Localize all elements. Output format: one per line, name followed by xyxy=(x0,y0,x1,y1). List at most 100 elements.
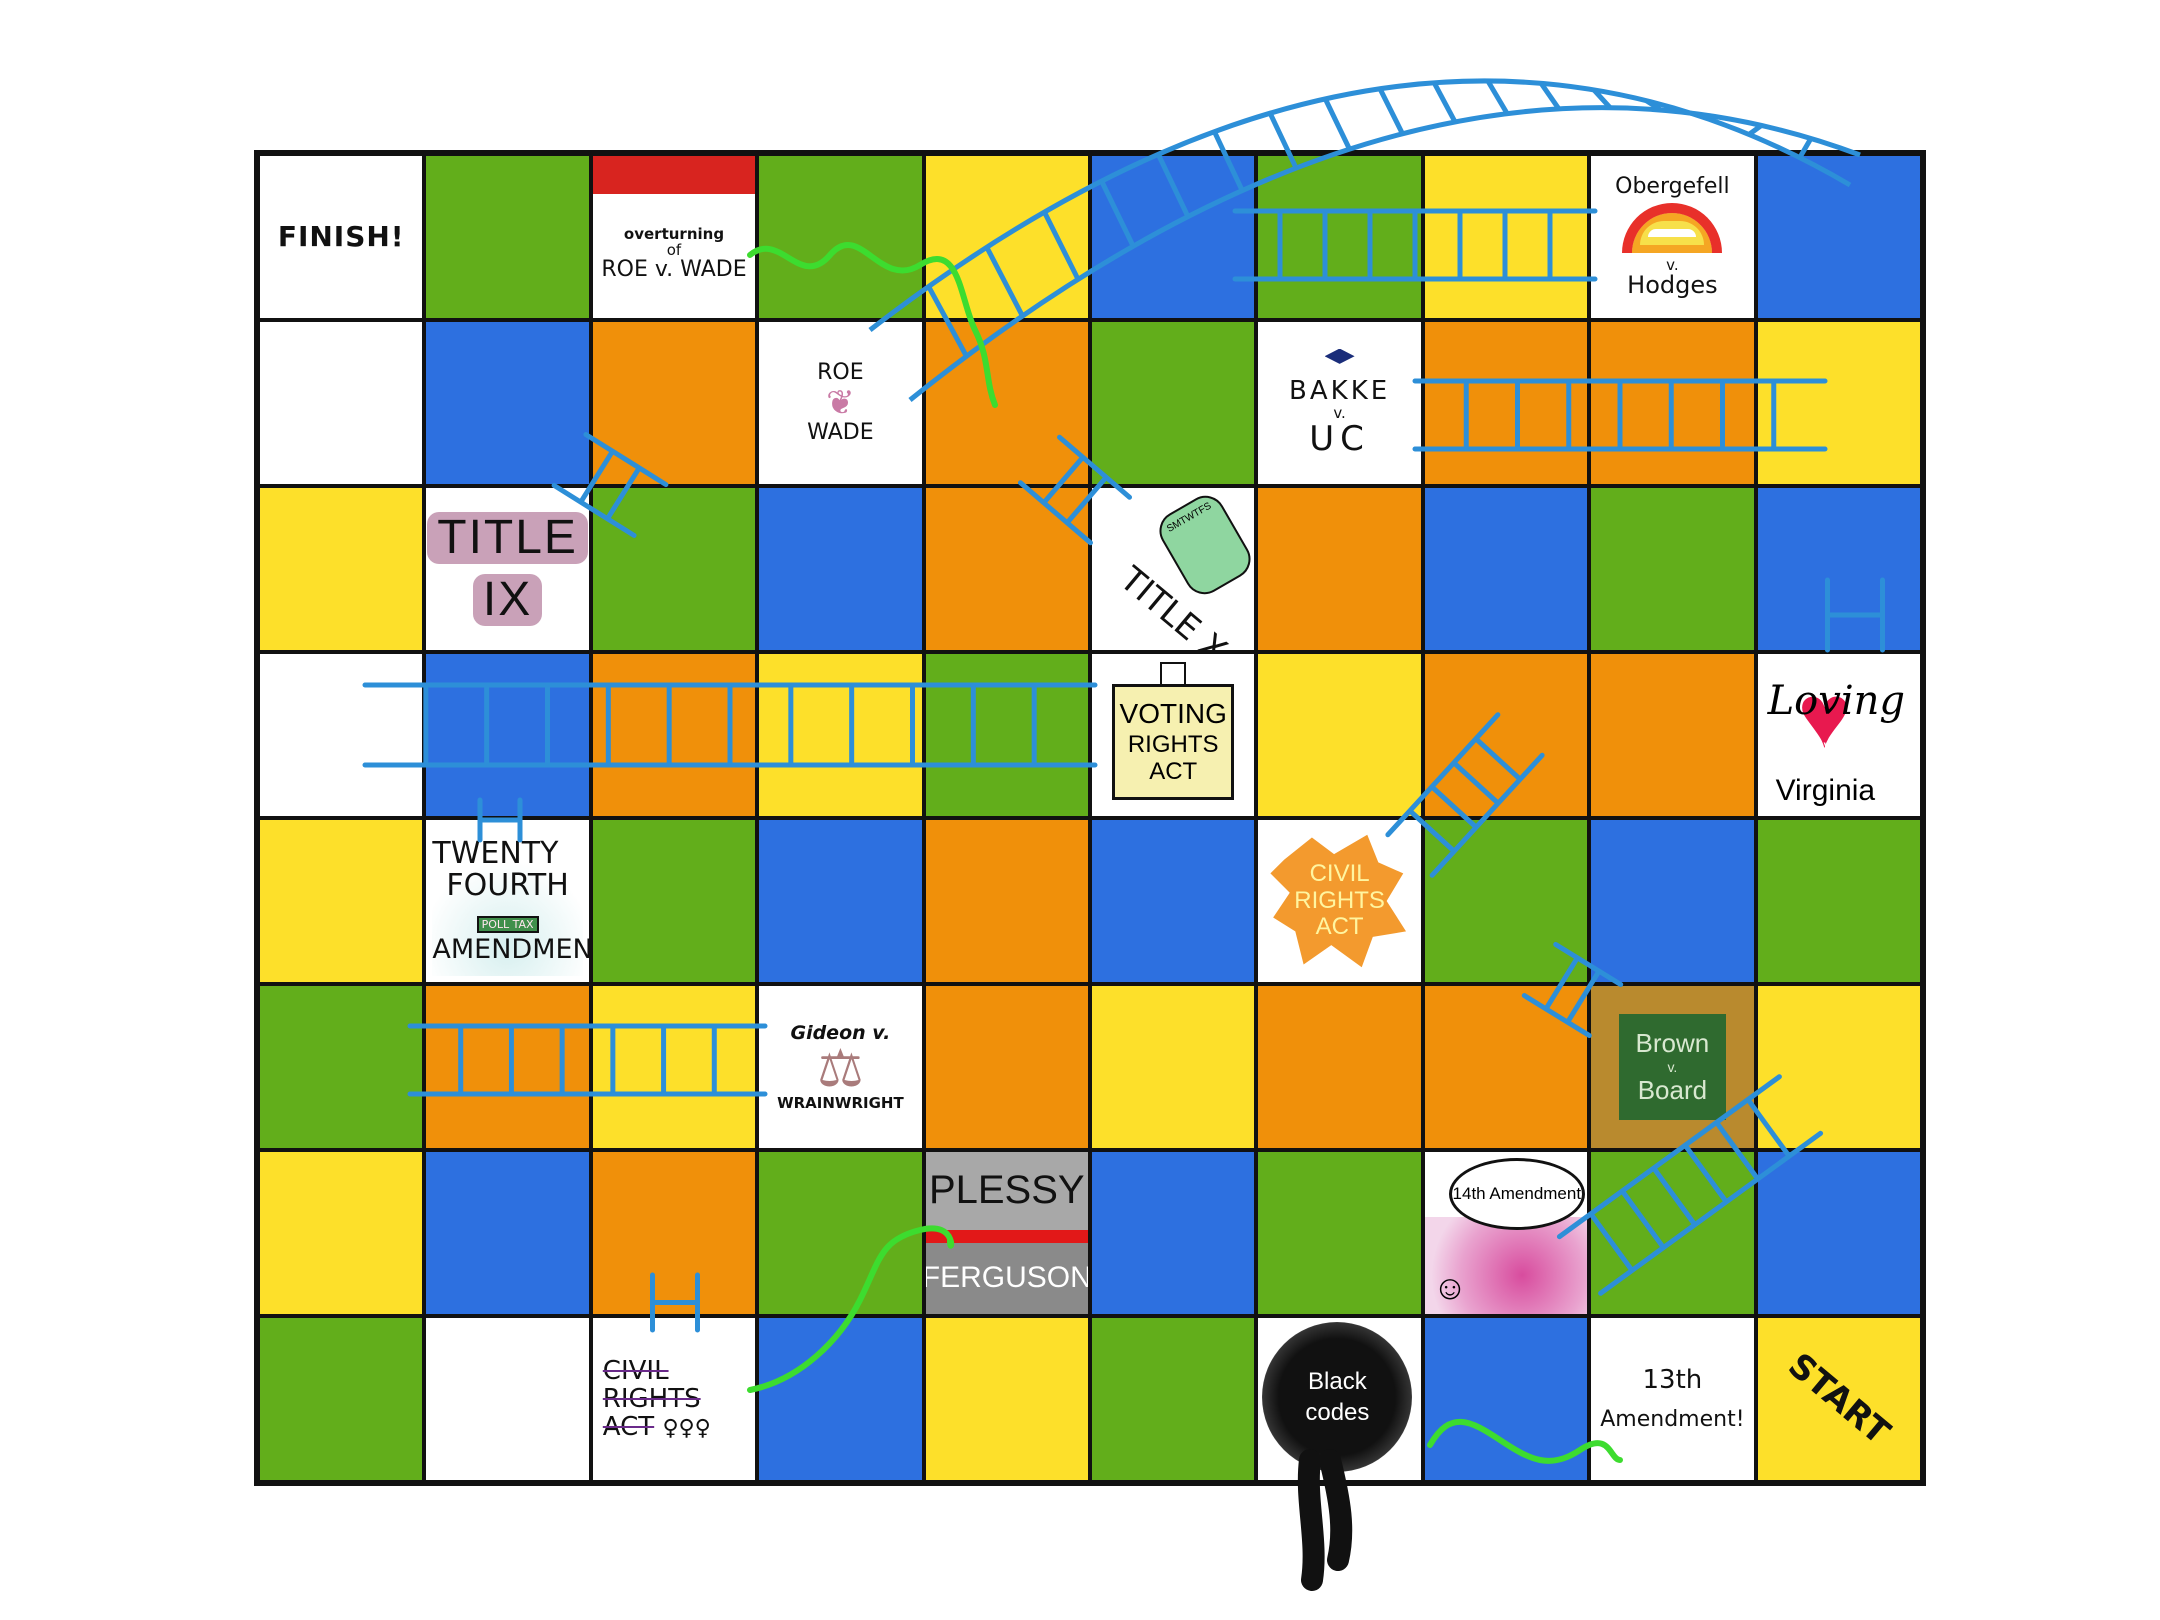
voting-rights-act-square[interactable]: VOTING RIGHTS ACT xyxy=(1089,652,1257,818)
board-square[interactable] xyxy=(1422,1316,1590,1482)
ix-label: IX xyxy=(472,574,543,626)
board-square[interactable] xyxy=(258,320,425,486)
roe-v-wade-square[interactable]: ROE ❦ WADE xyxy=(757,320,924,486)
board-square[interactable] xyxy=(424,652,591,818)
board-square[interactable] xyxy=(258,984,425,1150)
board-square[interactable] xyxy=(757,486,924,652)
wrainwright-label: WRAINWRIGHT xyxy=(777,1094,904,1113)
blood-drip-icon xyxy=(592,156,756,194)
board-square[interactable] xyxy=(424,1316,591,1482)
board-square[interactable] xyxy=(1755,486,1922,652)
board-square[interactable] xyxy=(590,818,758,984)
board-square[interactable] xyxy=(1422,486,1590,652)
board-square[interactable] xyxy=(1422,320,1590,486)
black-label: Black xyxy=(1308,1367,1367,1395)
board-square[interactable] xyxy=(1422,984,1590,1150)
board-square[interactable] xyxy=(590,1150,758,1316)
versus-label: v. xyxy=(1823,738,1835,755)
board-square[interactable] xyxy=(923,984,1090,1150)
board-square[interactable] xyxy=(1755,154,1922,320)
board-square[interactable] xyxy=(1755,984,1922,1150)
civil-rights-act-1964-square[interactable]: CIVIL RIGHTS ACT xyxy=(1256,818,1423,984)
board-square[interactable] xyxy=(590,486,758,652)
board-square[interactable] xyxy=(1256,486,1423,652)
chalkboard-icon: Brown v. Board xyxy=(1609,1004,1736,1130)
board-square[interactable] xyxy=(258,1316,425,1482)
board-square[interactable] xyxy=(757,818,924,984)
civil-label: CIVIL xyxy=(602,1355,669,1386)
twenty-fourth-amendment-square[interactable]: TWENTY FOURTH POLL TAX AMENDMENT xyxy=(424,818,591,984)
loving-v-virginia-square[interactable]: ♥ Loving v. Virginia xyxy=(1755,652,1922,818)
versus-label: v. xyxy=(1667,1059,1678,1075)
board-square[interactable] xyxy=(1755,818,1922,984)
finish-square[interactable]: FINISH! xyxy=(258,154,425,320)
bakke-square[interactable]: BAKKE v. UC xyxy=(1256,320,1423,486)
board-square[interactable] xyxy=(1089,154,1257,320)
board-square[interactable] xyxy=(1755,1150,1922,1316)
obergefell-label: Obergefell xyxy=(1615,174,1730,200)
board-square[interactable] xyxy=(1089,1316,1257,1482)
board-square[interactable] xyxy=(1755,320,1922,486)
board-square[interactable] xyxy=(923,818,1090,984)
board-square[interactable] xyxy=(1089,984,1257,1150)
board-square[interactable] xyxy=(1422,154,1590,320)
board-square[interactable] xyxy=(757,1316,924,1482)
board-square[interactable] xyxy=(590,984,758,1150)
obergefell-square[interactable]: Obergefell v. Hodges xyxy=(1589,154,1756,320)
board-square[interactable] xyxy=(923,320,1090,486)
board-square[interactable] xyxy=(923,486,1090,652)
board-square[interactable] xyxy=(258,652,425,818)
ferguson-label: FERGUSON xyxy=(925,1242,1088,1314)
board-square[interactable] xyxy=(424,320,591,486)
title-label: TITLE xyxy=(427,512,588,564)
board-square[interactable] xyxy=(1422,818,1590,984)
board-square[interactable] xyxy=(590,320,758,486)
board-square[interactable] xyxy=(424,154,591,320)
rights-label: RIGHTS xyxy=(602,1383,701,1414)
overturning-roe-square[interactable]: overturning of ROE v. WADE xyxy=(590,154,758,320)
board-square[interactable] xyxy=(1256,652,1423,818)
rainbow-icon xyxy=(1622,202,1723,253)
board-square[interactable] xyxy=(424,984,591,1150)
brown-label: Brown xyxy=(1635,1028,1710,1058)
title-x-square[interactable]: SMTWTFS TITLE X xyxy=(1089,486,1257,652)
board-square[interactable] xyxy=(757,154,924,320)
board-square[interactable] xyxy=(757,1150,924,1316)
twenty-label: TWENTY xyxy=(432,835,559,871)
board-square[interactable] xyxy=(1256,154,1423,320)
civil-rights-act-1875-square[interactable]: CIVIL RIGHTS ACT ♀♀♀ xyxy=(590,1316,758,1482)
fourteenth-amendment-square[interactable]: 14th Amendment ☺ xyxy=(1422,1150,1590,1316)
uc-label: UC xyxy=(1309,418,1370,459)
board-square[interactable] xyxy=(258,818,425,984)
graduation-cap-icon xyxy=(1324,348,1355,364)
board-square[interactable] xyxy=(1589,1150,1756,1316)
brown-v-board-square[interactable]: Brown v. Board xyxy=(1589,984,1756,1150)
start-square[interactable]: START xyxy=(1755,1316,1922,1482)
board-square[interactable] xyxy=(1256,1150,1423,1316)
board-square[interactable] xyxy=(424,1150,591,1316)
black-codes-square[interactable]: Black codes xyxy=(1256,1316,1423,1482)
board-square[interactable] xyxy=(1589,320,1756,486)
plessy-v-ferguson-square[interactable]: PLESSY FERGUSON xyxy=(923,1150,1090,1316)
board-square[interactable] xyxy=(923,154,1090,320)
board-square[interactable] xyxy=(1089,818,1257,984)
board-square[interactable] xyxy=(258,486,425,652)
gideon-square[interactable]: Gideon v. ⚖ WRAINWRIGHT xyxy=(757,984,924,1150)
act-row: ACT ♀♀♀ xyxy=(602,1412,711,1443)
board-square[interactable] xyxy=(258,1150,425,1316)
thirteenth-amendment-square[interactable]: 13th Amendment! xyxy=(1589,1316,1756,1482)
title-ix-square[interactable]: TITLE IX xyxy=(424,486,591,652)
board-square[interactable] xyxy=(757,652,924,818)
board-square[interactable] xyxy=(1589,818,1756,984)
board-square[interactable] xyxy=(1589,486,1756,652)
board-square[interactable] xyxy=(1089,1150,1257,1316)
board-square[interactable] xyxy=(1089,320,1257,486)
board-square[interactable] xyxy=(923,652,1090,818)
board-square[interactable] xyxy=(923,1316,1090,1482)
roe-label: ROE xyxy=(817,359,864,385)
board-square[interactable] xyxy=(1589,652,1756,818)
board-square[interactable] xyxy=(590,652,758,818)
start-label: START xyxy=(1780,1345,1898,1453)
board-square[interactable] xyxy=(1256,984,1423,1150)
board-square[interactable] xyxy=(1422,652,1590,818)
